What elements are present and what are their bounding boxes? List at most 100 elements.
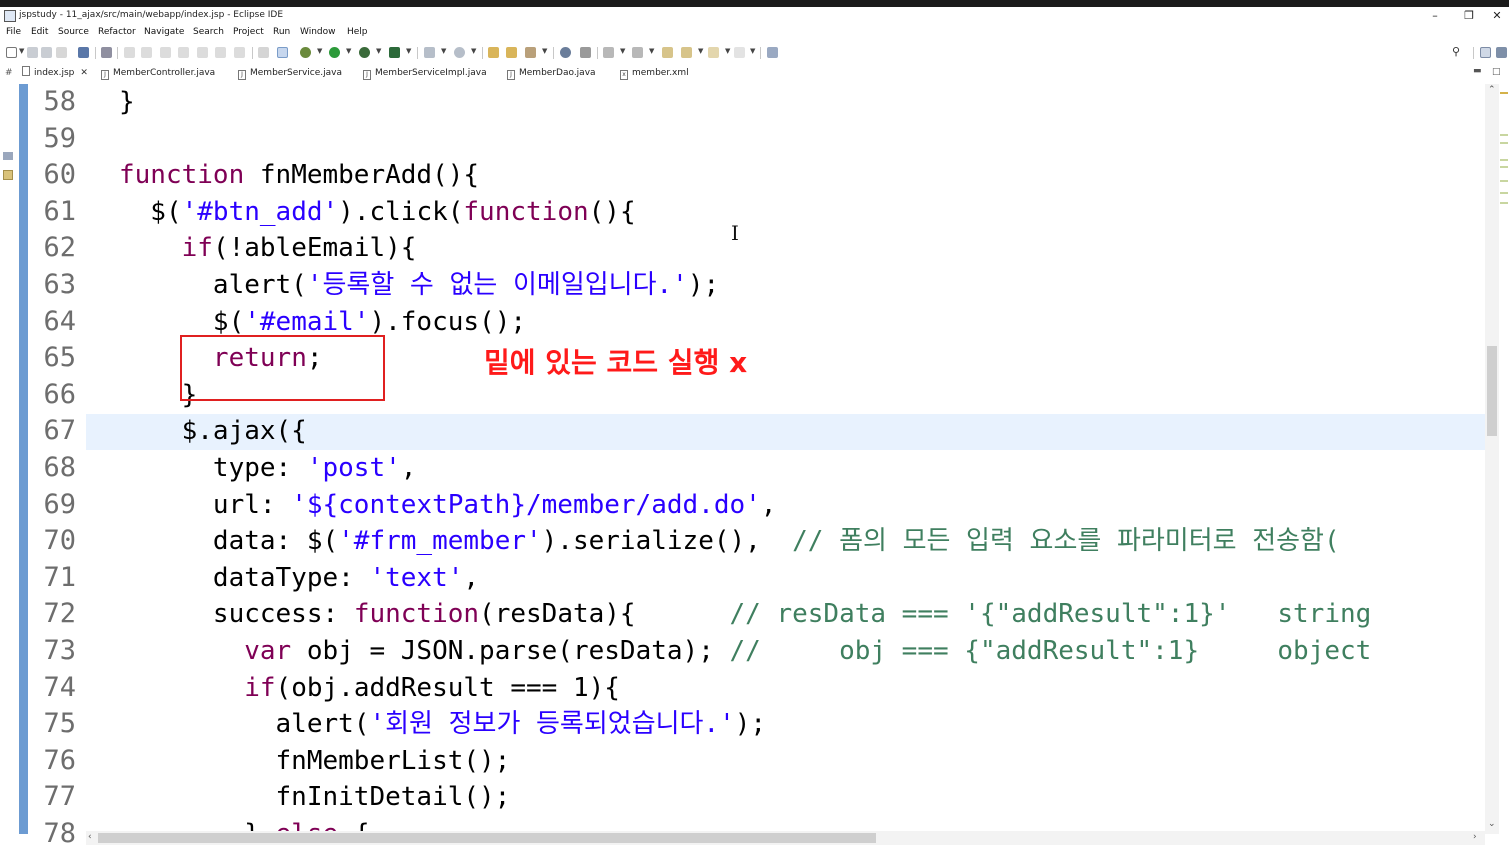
disconnect-icon[interactable] [178, 47, 189, 58]
menu-project[interactable]: Project [233, 27, 264, 37]
horizontal-scroll-thumb[interactable] [98, 833, 876, 843]
skip-breakpoints-icon[interactable] [277, 47, 288, 58]
menu-refactor[interactable]: Refactor [98, 27, 136, 37]
new-icon[interactable] [6, 47, 17, 58]
menu-source[interactable]: Source [58, 27, 89, 37]
overview-marker[interactable] [1500, 192, 1508, 194]
menu-edit[interactable]: Edit [31, 27, 48, 37]
search-tool-icon[interactable] [580, 47, 591, 58]
external-tools-dropdown-icon[interactable]: ▼ [406, 47, 411, 55]
open-task-icon[interactable] [525, 47, 536, 58]
scroll-right-icon[interactable]: › [1473, 832, 1477, 842]
menu-help[interactable]: Help [347, 27, 368, 37]
new-server-icon[interactable] [424, 47, 435, 58]
run-dropdown-icon[interactable]: ▼ [346, 47, 351, 55]
line-number: 78 [43, 818, 76, 847]
resume-icon[interactable] [124, 47, 135, 58]
vertical-scrollbar[interactable]: ⌃ ⌄ [1485, 84, 1499, 834]
open-resource-icon[interactable] [506, 47, 517, 58]
menu-window[interactable]: Window [300, 27, 336, 37]
tab-member-xml[interactable]: x member.xml [620, 65, 689, 82]
overview-marker[interactable] [1500, 180, 1508, 182]
coverage-dropdown-icon[interactable]: ▼ [376, 47, 381, 55]
next-annotation-icon[interactable] [603, 47, 614, 58]
back-icon[interactable] [681, 47, 692, 58]
next-annotation-dropdown-icon[interactable]: ▼ [620, 47, 625, 55]
external-tools-icon[interactable] [389, 47, 400, 58]
scroll-left-icon[interactable]: ‹ [88, 832, 92, 842]
step-over-icon[interactable] [215, 47, 226, 58]
line-number: 64 [43, 306, 76, 337]
use-step-filters-icon[interactable] [258, 47, 269, 58]
menu-navigate[interactable]: Navigate [144, 27, 184, 37]
maximize-button[interactable]: ❐ [1456, 7, 1482, 26]
terminate-icon[interactable] [160, 47, 171, 58]
line-number: 67 [43, 415, 76, 446]
pin-editor-icon[interactable] [734, 47, 745, 58]
step-into-icon[interactable] [197, 47, 208, 58]
code-text: fnMemberList(); [119, 746, 511, 776]
menu-search[interactable]: Search [193, 27, 224, 37]
tab-member-service[interactable]: J MemberService.java [238, 65, 342, 82]
print-icon[interactable] [56, 47, 67, 58]
open-console-icon[interactable] [767, 47, 778, 58]
vertical-scroll-thumb[interactable] [1487, 346, 1497, 436]
save-all-icon[interactable] [41, 47, 52, 58]
run-icon[interactable] [329, 47, 340, 58]
new-dropdown-icon[interactable]: ▼ [19, 47, 24, 55]
debug-dropdown-icon[interactable]: ▼ [317, 47, 322, 55]
menu-run[interactable]: Run [273, 27, 290, 37]
overview-marker[interactable] [1500, 134, 1508, 136]
coverage-icon[interactable] [359, 47, 370, 58]
pin-editor-dropdown-icon[interactable]: ▼ [750, 47, 755, 55]
new-server-dropdown-icon[interactable]: ▼ [441, 47, 446, 55]
tab-member-dao[interactable]: J MemberDao.java [507, 65, 596, 82]
package-explorer-icon[interactable] [3, 170, 13, 180]
close-tab-icon[interactable]: ✕ [80, 68, 88, 78]
minimize-button[interactable]: – [1422, 7, 1448, 26]
save-icon[interactable] [27, 47, 38, 58]
maximize-editor-icon[interactable]: □ [1492, 67, 1501, 77]
back-dropdown-icon[interactable]: ▼ [698, 47, 703, 55]
horizontal-scrollbar[interactable]: ‹ › [86, 831, 1485, 845]
step-return-icon[interactable] [234, 47, 245, 58]
open-type-icon[interactable] [488, 47, 499, 58]
menu-bar: File Edit Source Refactor Navigate Searc… [0, 26, 1509, 42]
code-line: alert('회원 정보가 등록되었습니다.'); [119, 706, 767, 742]
previous-annotation-icon[interactable] [632, 47, 643, 58]
overview-marker[interactable] [1500, 142, 1508, 144]
menu-file[interactable]: File [6, 27, 21, 37]
overview-marker[interactable] [1500, 159, 1508, 161]
minimize-editor-icon[interactable]: ▬ [1473, 66, 1482, 76]
java-ee-perspective-icon[interactable] [1496, 47, 1507, 58]
last-edit-location-icon[interactable] [662, 47, 673, 58]
suspend-icon[interactable] [141, 47, 152, 58]
perspective-icon[interactable] [1480, 47, 1491, 58]
scroll-up-icon[interactable]: ⌃ [1488, 85, 1496, 95]
scroll-down-icon[interactable]: ⌄ [1488, 819, 1496, 829]
forward-icon[interactable] [708, 47, 719, 58]
tab-member-service-impl[interactable]: J MemberServiceImpl.java [363, 65, 487, 82]
new-web-icon[interactable] [454, 47, 465, 58]
overview-marker[interactable] [1500, 166, 1508, 168]
overview-marker[interactable] [1500, 202, 1508, 204]
web-browser-icon[interactable] [560, 47, 571, 58]
forward-dropdown-icon[interactable]: ▼ [725, 47, 730, 55]
terminal-icon[interactable] [78, 47, 89, 58]
search-icon[interactable]: ⚲ [1452, 46, 1463, 57]
tab-index-jsp[interactable]: index.jsp ✕ [22, 65, 98, 82]
view-menu-icon[interactable]: # [5, 68, 13, 78]
toggle-mark-icon[interactable] [101, 47, 112, 58]
close-window-button[interactable]: ✕ [1484, 7, 1509, 26]
previous-annotation-dropdown-icon[interactable]: ▼ [649, 47, 654, 55]
tab-member-controller[interactable]: J MemberController.java [101, 65, 215, 82]
new-web-dropdown-icon[interactable]: ▼ [471, 47, 476, 55]
code-editor[interactable]: } function fnMemberAdd(){ $('#btn_add').c… [86, 84, 1485, 834]
overview-ruler[interactable] [1499, 84, 1509, 834]
restore-icon[interactable] [3, 152, 13, 160]
open-task-dropdown-icon[interactable]: ▼ [542, 47, 547, 55]
line-number: 73 [43, 635, 76, 666]
debug-icon[interactable] [300, 47, 311, 58]
overview-marker[interactable] [1500, 92, 1508, 94]
